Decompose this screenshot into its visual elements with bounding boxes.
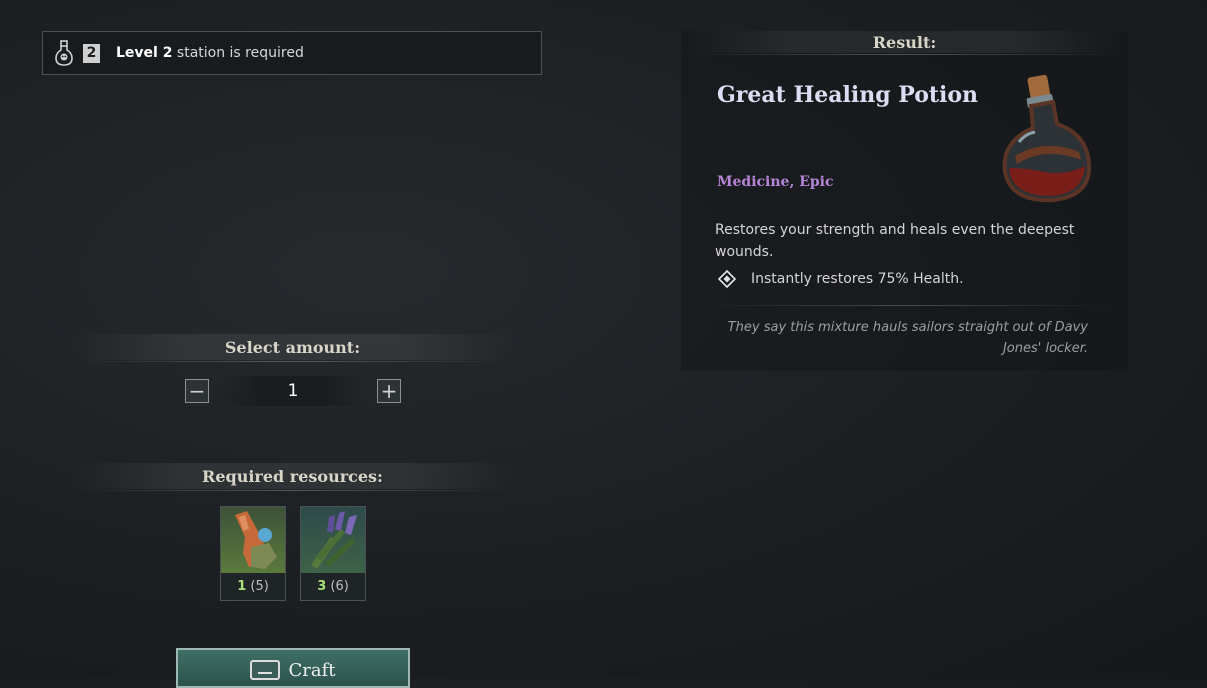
resource-have-count: 3 <box>317 579 327 594</box>
diamond-bullet-icon <box>718 270 736 288</box>
resource-total-count: (6) <box>330 579 349 594</box>
item-title: Great Healing Potion <box>717 82 979 108</box>
amount-input[interactable]: 1 <box>219 376 367 406</box>
resource-have-count: 1 <box>237 579 247 594</box>
station-required-text: station is required <box>176 45 304 61</box>
potion-icon <box>1002 74 1092 203</box>
station-requirement-banner: 2 Level 2 station is required <box>42 31 542 75</box>
item-category: Medicine, Epic <box>717 174 834 190</box>
lavender-herb-icon <box>301 507 365 573</box>
station-level-label: Level 2 <box>116 45 173 61</box>
decrease-amount-button[interactable]: − <box>185 379 209 403</box>
bandage-icon <box>221 507 285 573</box>
resource-count-herb: 3 (6) <box>301 579 365 594</box>
resource-count-bandage: 1 (5) <box>221 579 285 594</box>
resource-total-count: (5) <box>250 579 269 594</box>
station-requirement-text: Level 2 station is required <box>116 45 304 61</box>
item-effect: Instantly restores 75% Health. <box>718 270 964 288</box>
result-divider <box>700 305 1110 306</box>
resource-slot-herb[interactable]: 3 (6) <box>300 506 366 601</box>
item-description: Restores your strength and heals even th… <box>715 222 1075 260</box>
keyboard-key-icon <box>250 660 281 680</box>
required-resources-header: Required resources: <box>70 463 515 491</box>
station-level-badge: 2 <box>83 43 100 63</box>
increase-amount-button[interactable]: + <box>377 379 401 403</box>
resource-slot-bandage[interactable]: 1 (5) <box>220 506 286 601</box>
item-effect-text: Instantly restores 75% Health. <box>751 271 964 287</box>
result-header: Result: <box>681 31 1128 55</box>
item-flavor-text: They say this mixture hauls sailors stra… <box>727 320 1088 356</box>
craft-button[interactable]: Craft <box>176 648 410 688</box>
select-amount-header: Select amount: <box>70 334 515 362</box>
station-flask-icon <box>55 40 73 66</box>
